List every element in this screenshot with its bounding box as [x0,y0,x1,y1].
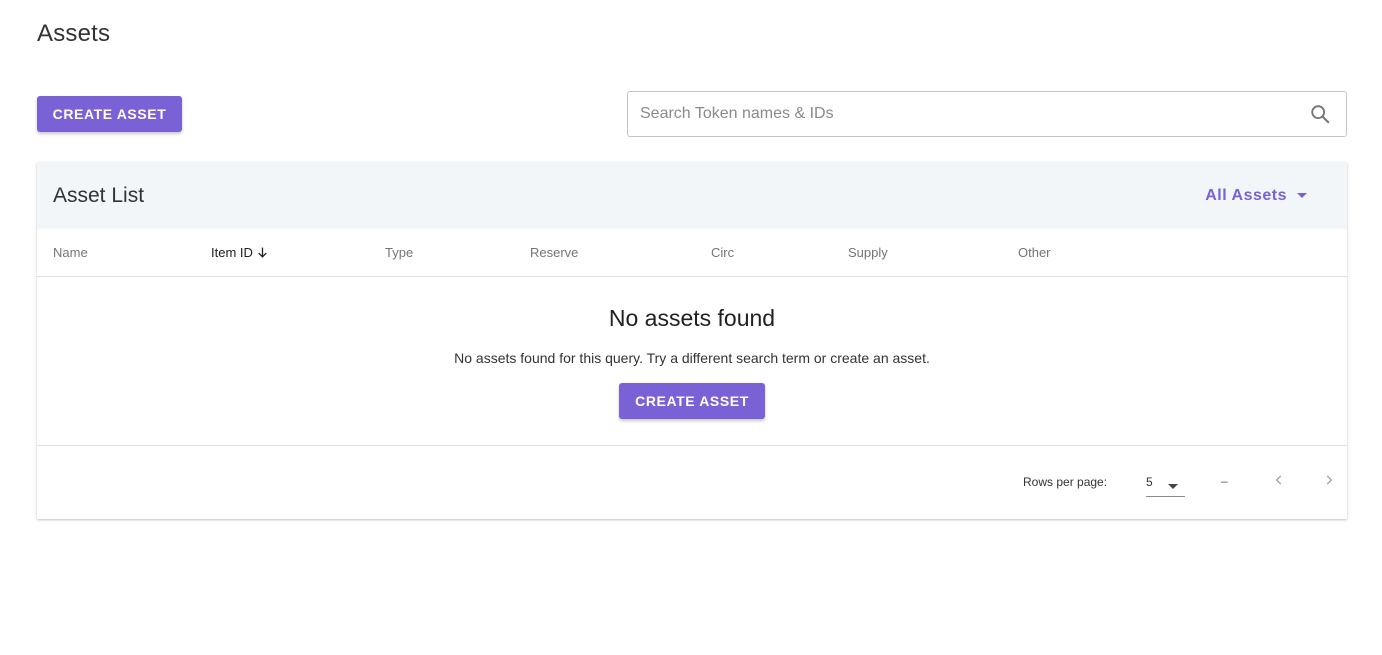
rows-per-page-value: 5 [1146,475,1153,489]
caret-down-icon [1168,484,1178,489]
filter-label: All Assets [1205,186,1287,204]
pagination: Rows per page: 5 – [37,446,1347,518]
table-header: Name Item ID Type Reserve Circ Supply Ot… [37,229,1347,277]
empty-state: No assets found No assets found for this… [37,277,1347,446]
column-header-type[interactable]: Type [385,245,413,260]
card-header: Asset List All Assets [37,162,1347,229]
next-page-button[interactable] [1319,470,1339,490]
column-header-item-id[interactable]: Item ID [211,245,269,260]
page-range: – [1221,474,1228,488]
search-icon[interactable] [1308,102,1332,126]
column-header-reserve[interactable]: Reserve [530,245,578,260]
card-title: Asset List [53,183,145,207]
page-title: Assets [37,20,111,47]
asset-list-card: Asset List All Assets Name Item ID Type … [37,162,1347,519]
chevron-left-icon [1275,475,1282,485]
column-header-circ[interactable]: Circ [711,245,734,260]
empty-title: No assets found [608,305,776,331]
create-asset-button[interactable]: CREATE ASSET [37,96,182,132]
asset-filter-dropdown[interactable]: All Assets [1205,187,1307,205]
previous-page-button[interactable] [1269,470,1289,490]
search-input[interactable] [628,92,1308,136]
column-header-name[interactable]: Name [53,245,88,260]
rows-per-page-select[interactable]: 5 [1146,468,1185,497]
empty-description: No assets found for this query. Try a di… [454,350,930,366]
create-asset-empty-button[interactable]: CREATE ASSET [619,383,765,419]
column-header-label: Item ID [211,245,253,260]
column-header-supply[interactable]: Supply [848,245,888,260]
arrow-down-icon [258,247,267,258]
chevron-right-icon [1326,475,1333,485]
rows-per-page-label: Rows per page: [1023,475,1108,489]
column-header-other[interactable]: Other [1018,245,1051,260]
search-field [627,91,1347,137]
caret-down-icon [1297,193,1307,198]
